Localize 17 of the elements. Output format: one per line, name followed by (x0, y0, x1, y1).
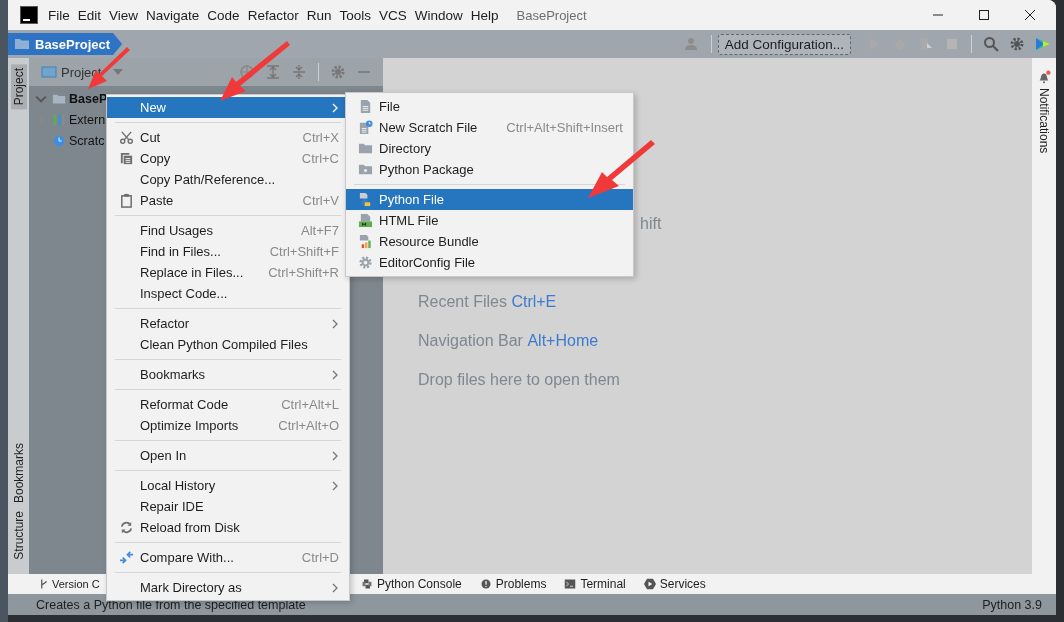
shortcut-text: Ctrl+Alt+O (278, 418, 339, 433)
shortcut-text: Alt+Home (527, 332, 599, 349)
shortcut-text: Ctrl+E (511, 293, 557, 310)
editor-hint: Drop files here to open them (418, 371, 620, 390)
shortcut-text: Ctrl+Alt+L (281, 397, 339, 412)
editor-hint: Recent Files Ctrl+E (418, 293, 557, 312)
shortcut-text: Ctrl+Shift+F (269, 244, 339, 259)
shortcut-text: Ctrl+C (301, 151, 339, 166)
shortcut-text: Ctrl+V (302, 193, 339, 208)
shortcut-text: Ctrl+Alt+Shift+Insert (506, 120, 623, 135)
shortcut-text: Ctrl+X (302, 130, 339, 145)
editor-hint: Navigation Bar Alt+Home (418, 332, 599, 351)
shortcut-text: Ctrl+Shift+R (268, 265, 339, 280)
shortcut-text: Alt+F7 (301, 223, 339, 238)
editor-hint: hift (640, 215, 662, 234)
shortcut-text: Ctrl+D (301, 550, 339, 565)
window-title: BaseProject (516, 7, 587, 23)
